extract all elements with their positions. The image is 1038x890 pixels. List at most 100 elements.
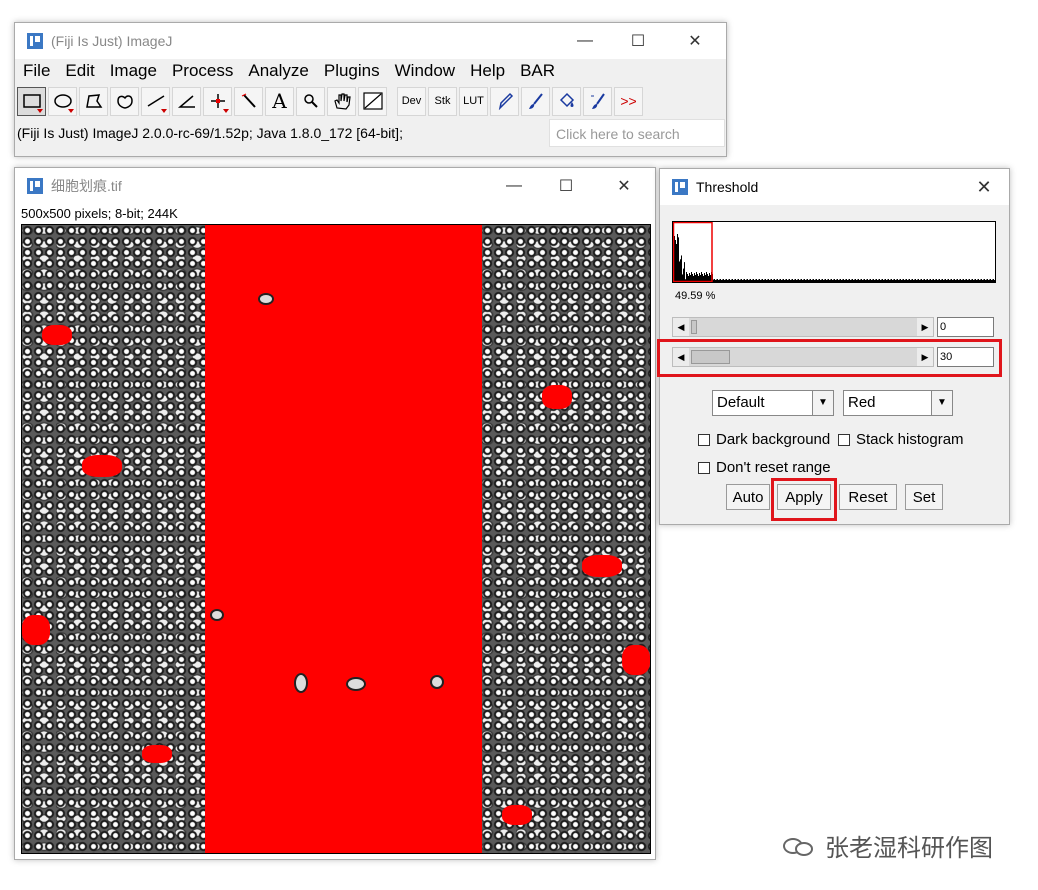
menu-plugins[interactable]: Plugins [324, 61, 380, 81]
min-slider-thumb[interactable] [691, 320, 697, 334]
histogram-bar [979, 280, 980, 282]
freehand-tool-icon[interactable] [110, 86, 139, 116]
menu-edit[interactable]: Edit [65, 61, 94, 81]
search-input[interactable]: Click here to search [549, 119, 725, 147]
oval-tool-icon[interactable] [48, 86, 77, 116]
menu-analyze[interactable]: Analyze [248, 61, 308, 81]
main-titlebar[interactable]: (Fiji Is Just) ImageJ — ☐ ✕ [15, 23, 726, 59]
histogram-bar [899, 279, 900, 282]
checkbox-box[interactable] [838, 433, 850, 446]
histogram-bar [988, 280, 989, 282]
imagej-main-window: (Fiji Is Just) ImageJ — ☐ ✕ File Edit Im… [14, 22, 727, 157]
histogram-bar [924, 279, 925, 282]
color-picker-icon[interactable] [358, 86, 387, 116]
stack-tools-button[interactable]: Stk [428, 86, 457, 116]
dont-reset-range-checkbox[interactable]: Don't reset range [698, 459, 831, 476]
more-tools-button[interactable]: >> [614, 86, 643, 116]
slider-left-arrow-icon[interactable]: ◀ [673, 318, 689, 336]
histogram-bar [864, 279, 865, 282]
spray-brush-tool-icon[interactable] [583, 86, 612, 116]
histogram-bar [905, 279, 906, 282]
histogram-bar [920, 279, 921, 282]
close-icon[interactable]: ✕ [964, 169, 1004, 205]
maximize-icon[interactable]: ☐ [615, 23, 661, 59]
histogram-bar [831, 279, 832, 282]
histogram-bar [882, 279, 883, 282]
checkbox-box[interactable] [698, 461, 710, 474]
histogram-bar [736, 280, 737, 282]
histogram-bar [975, 279, 976, 282]
minimize-icon[interactable]: — [491, 168, 537, 204]
pencil-tool-icon[interactable] [490, 86, 519, 116]
magnifier-tool-icon[interactable] [296, 86, 325, 116]
menu-help[interactable]: Help [470, 61, 505, 81]
histogram-bar [739, 280, 740, 282]
histogram-bar [973, 280, 974, 282]
menu-bar-plugin[interactable]: BAR [520, 61, 555, 81]
line-tool-icon[interactable] [141, 86, 170, 116]
menu-file[interactable]: File [23, 61, 50, 81]
hand-tool-icon[interactable] [327, 86, 356, 116]
menu-window[interactable]: Window [395, 61, 455, 81]
text-tool-icon[interactable]: A [265, 86, 294, 116]
histogram-bar [740, 279, 741, 282]
menu-process[interactable]: Process [172, 61, 233, 81]
histogram-bar [785, 279, 786, 282]
image-canvas[interactable] [21, 224, 651, 854]
histogram-bar [833, 279, 834, 282]
histogram-bar [756, 279, 757, 282]
minimize-icon[interactable]: — [562, 23, 608, 59]
reset-button[interactable]: Reset [839, 484, 897, 510]
histogram-bar [908, 279, 909, 282]
histogram-bar [718, 280, 719, 282]
paintbrush-tool-icon[interactable] [521, 86, 550, 116]
histogram-bar [931, 280, 932, 282]
menu-image[interactable]: Image [110, 61, 157, 81]
histogram-bar [934, 280, 935, 282]
slider-right-arrow-icon[interactable]: ▶ [917, 318, 933, 336]
histogram-bar [870, 279, 871, 282]
checkbox-box[interactable] [698, 433, 710, 446]
point-tool-icon[interactable] [203, 86, 232, 116]
close-icon[interactable]: ✕ [601, 168, 647, 204]
angle-tool-icon[interactable] [172, 86, 201, 116]
histogram-bar [866, 279, 867, 282]
image-titlebar[interactable]: 细胞划痕.tif — ☐ ✕ [15, 168, 655, 204]
histogram-bar [681, 255, 682, 282]
status-text: (Fiji Is Just) ImageJ 2.0.0-rc-69/1.52p;… [17, 125, 403, 141]
gap-spot [82, 455, 122, 477]
histogram-bar [901, 280, 902, 282]
histogram-bar [962, 279, 963, 282]
polygon-tool-icon[interactable] [79, 86, 108, 116]
rectangle-tool-icon[interactable] [17, 86, 46, 116]
min-threshold-slider[interactable]: ◀ ▶ [672, 317, 934, 337]
flood-fill-tool-icon[interactable] [552, 86, 581, 116]
threshold-titlebar[interactable]: Threshold ✕ [660, 169, 1009, 205]
histogram-bar [978, 279, 979, 282]
histogram-bar [980, 279, 981, 282]
histogram-bar [969, 279, 970, 282]
min-threshold-field[interactable]: 0 [937, 317, 994, 337]
histogram-bar [922, 280, 923, 282]
histogram-bar [960, 279, 961, 282]
histogram-bar [956, 279, 957, 282]
histogram-bar [928, 280, 929, 282]
dev-tools-button[interactable]: Dev [397, 86, 426, 116]
histogram-bar [949, 280, 950, 282]
wand-tool-icon[interactable] [234, 86, 263, 116]
threshold-method-select[interactable]: Default ▼ [712, 390, 834, 416]
lut-tools-button[interactable]: LUT [459, 86, 488, 116]
stack-histogram-checkbox[interactable]: Stack histogram [838, 431, 964, 448]
histogram-bar [891, 279, 892, 282]
histogram-bar [814, 280, 815, 282]
histogram-bar [877, 280, 878, 282]
set-button[interactable]: Set [905, 484, 943, 510]
close-icon[interactable]: ✕ [672, 23, 718, 59]
cell-region-left [22, 225, 205, 853]
auto-button[interactable]: Auto [726, 484, 770, 510]
maximize-icon[interactable]: ☐ [543, 168, 589, 204]
histogram-bar [749, 279, 750, 282]
gap-spot [622, 645, 650, 675]
threshold-display-select[interactable]: Red ▼ [843, 390, 953, 416]
dark-background-checkbox[interactable]: Dark background [698, 431, 830, 448]
